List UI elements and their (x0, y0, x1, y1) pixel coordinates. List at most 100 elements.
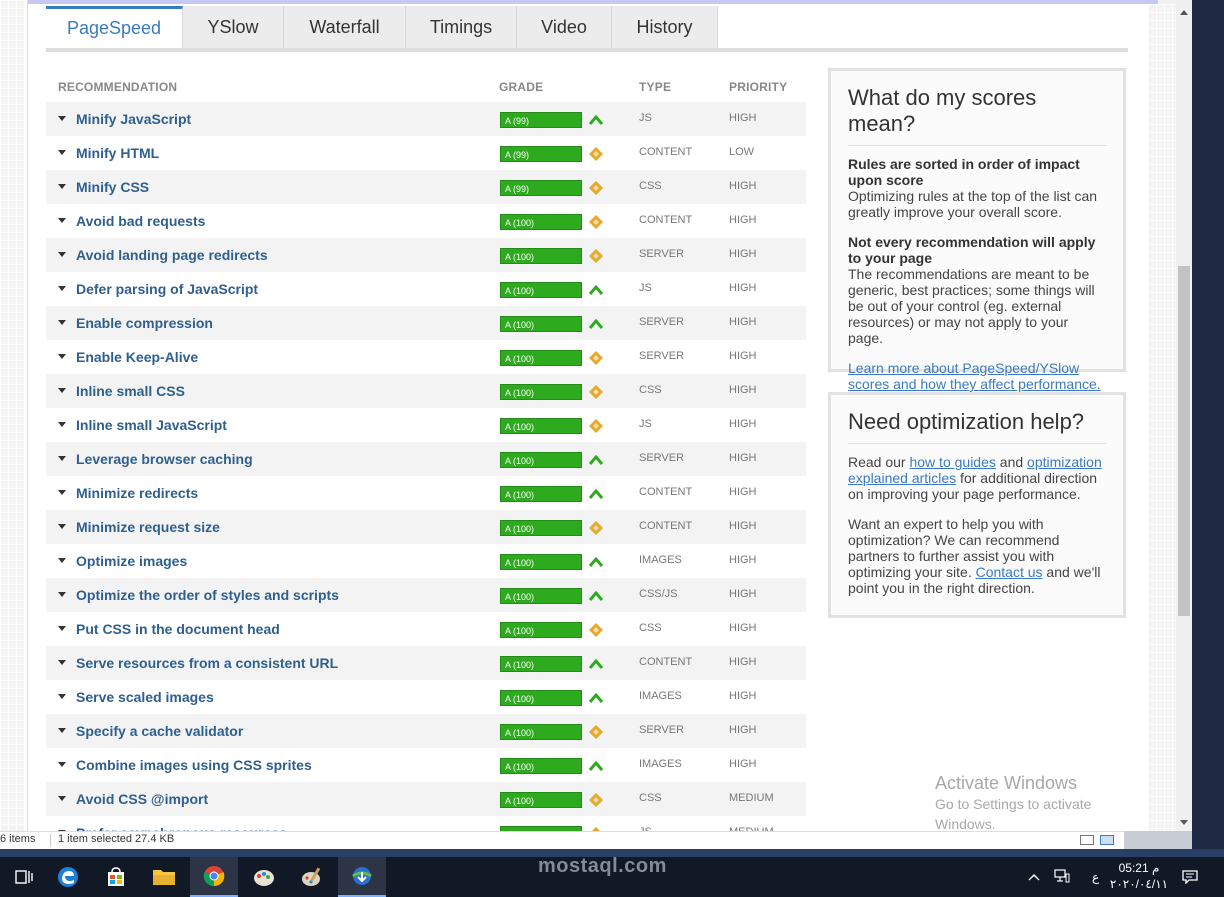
download-manager-icon[interactable] (338, 857, 386, 897)
table-row[interactable]: Serve scaled images A (100) IMAGES HIGH (46, 680, 806, 714)
show-hidden-icons-icon[interactable] (1028, 870, 1040, 884)
recommendation-name[interactable]: Inline small CSS (76, 383, 185, 399)
caret-down-icon[interactable] (58, 388, 66, 393)
language-indicator[interactable]: ع (1092, 870, 1099, 884)
scroll-thumb[interactable] (1178, 266, 1190, 616)
recommendation-name[interactable]: Serve resources from a consistent URL (76, 655, 338, 671)
table-row[interactable]: Leverage browser caching A (100) SERVER HIG… (46, 442, 806, 476)
table-row[interactable]: Minify JavaScript A (99) JS HIGH (46, 102, 806, 136)
notifications-icon[interactable] (1168, 857, 1212, 897)
grade-bar: A (100) (500, 282, 582, 298)
recommendation-name[interactable]: Minify CSS (76, 179, 149, 195)
recommendation-name[interactable]: Minify JavaScript (76, 111, 191, 127)
table-row[interactable]: Inline small JavaScript A (100) JS HIGH (46, 408, 806, 442)
table-row[interactable]: Enable Keep-Alive A (100) SERVER HIGH (46, 340, 806, 374)
recommendation-name[interactable]: Enable Keep-Alive (76, 349, 198, 365)
caret-down-icon[interactable] (58, 490, 66, 495)
taskbar-clock[interactable]: 05:21 م ٢٠٢٠/٠٤/١١ (1108, 860, 1170, 892)
type-cell: CSS (639, 180, 662, 192)
recommendation-name[interactable]: Optimize the order of styles and scripts (76, 587, 339, 603)
caret-down-icon[interactable] (58, 762, 66, 767)
table-row[interactable]: Avoid CSS @import A (100) CSS MEDIUM (46, 782, 806, 816)
caret-down-icon[interactable] (58, 728, 66, 733)
table-row[interactable]: Defer parsing of JavaScript A (100) JS HIGH (46, 272, 806, 306)
table-row[interactable]: Minimize request size A (100) CONTENT HIGH (46, 510, 806, 544)
caret-down-icon[interactable] (58, 218, 66, 223)
caret-down-icon[interactable] (58, 320, 66, 325)
edge-browser-icon[interactable] (44, 857, 92, 897)
caret-down-icon[interactable] (58, 116, 66, 121)
table-row[interactable]: Optimize images A (100) IMAGES HIGH (46, 544, 806, 578)
caret-down-icon[interactable] (58, 524, 66, 529)
table-row[interactable]: Put CSS in the document head A (100) CSS HI… (46, 612, 806, 646)
table-row[interactable]: Inline small CSS A (100) CSS HIGH (46, 374, 806, 408)
task-view-icon[interactable] (0, 857, 48, 897)
table-row[interactable]: Enable compression A (100) SERVER HIGH (46, 306, 806, 340)
large-icons-view-icon[interactable] (1100, 835, 1114, 845)
recommendation-name[interactable]: Combine images using CSS sprites (76, 757, 312, 773)
network-icon[interactable] (1054, 868, 1070, 886)
caret-down-icon[interactable] (58, 456, 66, 461)
table-row[interactable]: Combine images using CSS sprites A (100) I… (46, 748, 806, 782)
recommendation-name[interactable]: Minimize request size (76, 519, 220, 535)
table-row[interactable]: Prefer asynchronous resourcesA (100)JSME… (46, 816, 806, 831)
tab-yslow[interactable]: YSlow (183, 6, 284, 48)
table-row[interactable]: Minify HTML A (99) CONTENT LOW (46, 136, 806, 170)
tab-waterfall[interactable]: Waterfall (284, 6, 406, 48)
file-explorer-icon[interactable] (140, 857, 188, 897)
tab-timings[interactable]: Timings (406, 6, 517, 48)
caret-down-icon[interactable] (58, 354, 66, 359)
recommendation-name[interactable]: Avoid bad requests (76, 213, 205, 229)
paint-app-icon[interactable] (240, 857, 288, 897)
paint-brush-app-icon[interactable] (288, 857, 336, 897)
recommendation-name[interactable]: Specify a cache validator (76, 723, 243, 739)
recommendation-name[interactable]: Defer parsing of JavaScript (76, 281, 258, 297)
caret-down-icon[interactable] (58, 422, 66, 427)
caret-down-icon[interactable] (58, 626, 66, 631)
table-row[interactable]: Minimize redirects A (100) CONTENT HIGH (46, 476, 806, 510)
table-row[interactable]: Minify CSS A (99) CSS HIGH (46, 170, 806, 204)
tab-video[interactable]: Video (517, 6, 612, 48)
recommendation-name[interactable]: Serve scaled images (76, 689, 214, 705)
contact-us-link[interactable]: Contact us (976, 564, 1043, 580)
caret-down-icon[interactable] (58, 252, 66, 257)
caret-down-icon[interactable] (58, 558, 66, 563)
details-view-icon[interactable] (1080, 835, 1094, 845)
table-row[interactable]: Optimize the order of styles and scripts… (46, 578, 806, 612)
recommendation-name[interactable]: Avoid CSS @import (76, 791, 208, 807)
chrome-icon[interactable] (190, 857, 238, 897)
table-row[interactable]: Avoid bad requests A (100) CONTENT HIGH (46, 204, 806, 238)
recommendation-name[interactable]: Put CSS in the document head (76, 621, 280, 637)
recommendation-name[interactable]: Leverage browser caching (76, 451, 253, 467)
caret-down-icon[interactable] (58, 150, 66, 155)
scroll-down-icon[interactable] (1180, 820, 1188, 825)
table-row[interactable]: Avoid landing page redirects A (100) SERVE… (46, 238, 806, 272)
scroll-up-icon[interactable] (1180, 10, 1188, 15)
caret-down-icon[interactable] (58, 592, 66, 597)
caret-down-icon[interactable] (58, 796, 66, 801)
caret-down-icon[interactable] (58, 184, 66, 189)
recommendation-name[interactable]: Minify HTML (76, 145, 159, 161)
recommendation-name[interactable]: Inline small JavaScript (76, 417, 227, 433)
learn-more-link[interactable]: Learn more about PageSpeed/YSlow scores … (848, 360, 1101, 392)
recommendation-name[interactable]: Avoid landing page redirects (76, 247, 268, 263)
background-pattern (0, 0, 24, 831)
browser-window: PageSpeed YSlow Waterfall Timings Video Histo… (28, 0, 1192, 831)
caret-down-icon[interactable] (58, 694, 66, 699)
table-row[interactable]: Specify a cache validator A (100) SERVER HI… (46, 714, 806, 748)
how-to-guides-link[interactable]: how to guides (909, 454, 995, 470)
type-cell: CSS (639, 622, 662, 634)
caret-down-icon[interactable] (58, 286, 66, 291)
priority-cell: HIGH (729, 316, 757, 328)
caret-down-icon[interactable] (58, 660, 66, 665)
recommendation-name[interactable]: Minimize redirects (76, 485, 198, 501)
recommendation-name[interactable]: Optimize images (76, 553, 187, 569)
table-row[interactable]: Serve resources from a consistent URL A (… (46, 646, 806, 680)
tab-pagespeed[interactable]: PageSpeed (46, 6, 183, 48)
type-cell: JS (639, 282, 652, 294)
tab-history[interactable]: History (612, 6, 718, 48)
type-cell: CSS/JS (639, 588, 678, 600)
recommendation-name[interactable]: Enable compression (76, 315, 213, 331)
store-icon[interactable] (92, 857, 140, 897)
vertical-scrollbar[interactable] (1176, 0, 1192, 831)
